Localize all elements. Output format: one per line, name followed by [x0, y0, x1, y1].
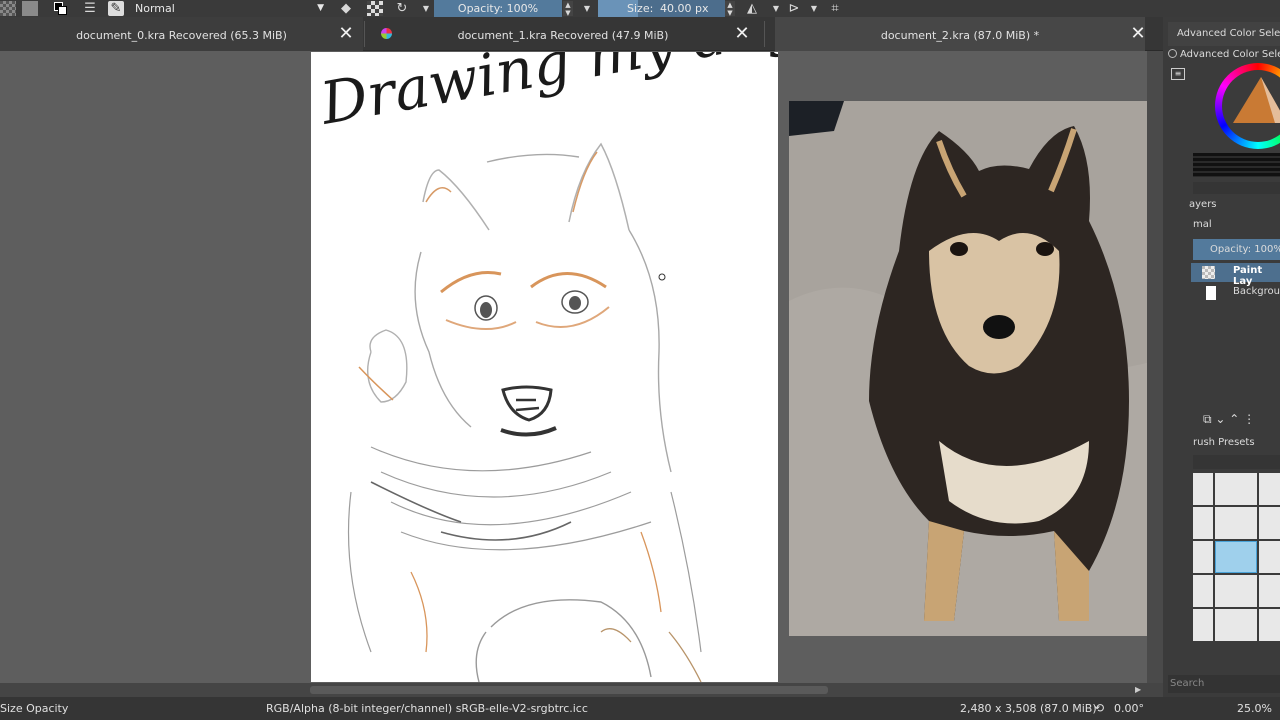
- color-tab-label: Advanced Color Sele...: [1177, 28, 1280, 39]
- mirror-horizontal-icon[interactable]: ◭: [744, 1, 760, 16]
- layer-opacity-slider[interactable]: Opacity: 100%: [1193, 239, 1280, 260]
- brush-preset-item[interactable]: [1193, 507, 1213, 539]
- size-label: Size:: [627, 2, 654, 15]
- tab-label: document_1.kra Recovered (47.9 MiB): [457, 29, 669, 42]
- image-dimensions: 2,480 x 3,508 (87.0 MiB): [960, 702, 1097, 715]
- horizontal-scroll-thumb[interactable]: [310, 686, 828, 694]
- brush-preset-filter[interactable]: [1193, 455, 1280, 469]
- chevron-down-icon[interactable]: ▼: [579, 1, 595, 16]
- close-icon[interactable]: ✕: [1129, 25, 1147, 43]
- mirror-vertical-icon[interactable]: ⊳: [786, 1, 802, 16]
- search-placeholder: Search: [1170, 678, 1205, 689]
- horizontal-scrollbar[interactable]: ▶: [0, 683, 1163, 697]
- reload-preset-icon[interactable]: ↻: [394, 1, 410, 16]
- vertical-scrollbar[interactable]: [1147, 51, 1163, 683]
- alpha-lock-icon[interactable]: [367, 1, 383, 16]
- close-icon[interactable]: ✕: [337, 25, 355, 43]
- chevron-down-icon[interactable]: ▼: [768, 1, 784, 16]
- status-bar: Size Opacity RGB/Alpha (8-bit integer/ch…: [0, 697, 1280, 720]
- color-settings-icon[interactable]: ≡: [1171, 68, 1185, 80]
- brush-preset-item[interactable]: [1193, 609, 1213, 641]
- brush-preset-icon[interactable]: ✎: [108, 1, 124, 16]
- tab-document-1[interactable]: document_1.kra Recovered (47.9 MiB): [378, 17, 748, 51]
- float-icon[interactable]: [1168, 49, 1177, 58]
- tab-document-2[interactable]: document_2.kra (87.0 MiB) *: [775, 17, 1145, 51]
- tab-label: document_0.kra Recovered (65.3 MiB): [76, 29, 287, 42]
- color-wheel[interactable]: [1215, 63, 1280, 149]
- brush-preset-item[interactable]: [1259, 473, 1280, 505]
- tool-options-toolbar: ☰ ✎ Normal ▼ ◆ ↻ ▼ Opacity: 100% ▲ ▼ ▼ Si…: [0, 0, 1280, 17]
- brush-preset-item[interactable]: [1215, 609, 1257, 641]
- zoom-level[interactable]: 25.0%: [1237, 697, 1272, 720]
- eraser-icon[interactable]: ◆: [338, 1, 354, 16]
- opacity-stepper[interactable]: ▲ ▼: [563, 1, 573, 17]
- tab-advanced-color-selector[interactable]: Advanced Color Sele...: [1168, 22, 1280, 46]
- layers-docker-title: ayers: [1189, 199, 1217, 210]
- opacity-value: Opacity: 100%: [457, 2, 539, 15]
- color-triangle[interactable]: [1225, 73, 1280, 139]
- chevron-down-icon[interactable]: ▼: [418, 1, 434, 16]
- brush-preset-item[interactable]: [1215, 473, 1257, 505]
- opacity-slider[interactable]: Opacity: 100%: [434, 0, 562, 17]
- layer-thumbnail: [1206, 286, 1216, 300]
- blend-mode-value: Normal: [135, 2, 175, 15]
- reference-image-dog: [789, 101, 1191, 636]
- close-icon[interactable]: ✕: [733, 25, 751, 43]
- brush-preset-item[interactable]: [1259, 575, 1280, 607]
- gradient-icon[interactable]: [22, 1, 38, 16]
- pattern-icon[interactable]: [0, 1, 16, 16]
- brush-preset-item-selected[interactable]: [1215, 541, 1257, 573]
- tab-document-0[interactable]: document_0.kra Recovered (65.3 MiB): [0, 17, 363, 51]
- brush-preset-item[interactable]: [1193, 473, 1213, 505]
- brush-preset-item[interactable]: [1193, 575, 1213, 607]
- tab-label: document_2.kra (87.0 MiB) *: [880, 29, 1040, 42]
- docker-tool-icons[interactable]: ⧉ ⌄ ⌃ ⋮: [1203, 412, 1255, 427]
- current-brush-name: Size Opacity: [0, 702, 69, 715]
- layer-thumbnail: [1202, 266, 1215, 279]
- brush-preset-grid: [1193, 473, 1280, 673]
- chevron-down-icon: ▼: [317, 3, 324, 13]
- layer-opacity-value: Opacity: 100%: [1210, 244, 1280, 255]
- layer-row-paint[interactable]: Paint Lay: [1191, 263, 1280, 287]
- brush-settings-icon[interactable]: ☰: [82, 1, 98, 16]
- color-selector-header: Advanced Color Sele: [1168, 48, 1280, 62]
- blend-mode-select[interactable]: Normal ▼: [127, 0, 330, 17]
- dog-sketch: Drawing my dog!: [315, 0, 828, 683]
- color-selector-title: Advanced Color Sele: [1180, 49, 1280, 60]
- color-space-info[interactable]: RGB/Alpha (8-bit integer/channel) sRGB-e…: [266, 697, 588, 720]
- handwritten-title: Drawing my dog!: [315, 52, 778, 138]
- chevron-down-icon[interactable]: ▼: [806, 1, 822, 16]
- brush-search-input[interactable]: Search: [1168, 675, 1280, 693]
- brush-preset-item[interactable]: [1259, 541, 1280, 573]
- size-slider[interactable]: Size: 40.00 px: [598, 0, 725, 17]
- document-tab-bar: document_0.kra Recovered (65.3 MiB) ✕ do…: [0, 17, 1163, 51]
- brush-preset-item[interactable]: [1259, 609, 1280, 641]
- crop-icon[interactable]: ⌗: [827, 1, 843, 16]
- color-swatch-icon[interactable]: [52, 1, 68, 16]
- layer-blend-mode[interactable]: mal: [1193, 218, 1212, 232]
- layer-name: Backgrou: [1233, 286, 1280, 297]
- brush-cursor: [658, 273, 666, 281]
- layer-row-background[interactable]: Backgrou: [1191, 283, 1280, 302]
- color-history-strip[interactable]: [1193, 153, 1280, 177]
- brush-preset-item[interactable]: [1215, 507, 1257, 539]
- rotate-icon[interactable]: ⟲: [1094, 697, 1104, 720]
- rotation-value[interactable]: 0.00°: [1114, 697, 1144, 720]
- brush-preset-item[interactable]: [1193, 541, 1213, 573]
- right-docker-panel: Advanced Color Sele... Advanced Color Se…: [1163, 17, 1280, 697]
- brush-presets-title: rush Presets: [1193, 437, 1255, 448]
- brush-preset-item[interactable]: [1259, 507, 1280, 539]
- chevron-right-icon[interactable]: ▶: [1135, 683, 1141, 697]
- drawing-canvas[interactable]: Drawing my dog!: [311, 0, 828, 683]
- size-value: 40.00 px: [660, 2, 709, 15]
- size-stepper[interactable]: ▲ ▼: [725, 1, 735, 17]
- brush-preset-item[interactable]: [1215, 575, 1257, 607]
